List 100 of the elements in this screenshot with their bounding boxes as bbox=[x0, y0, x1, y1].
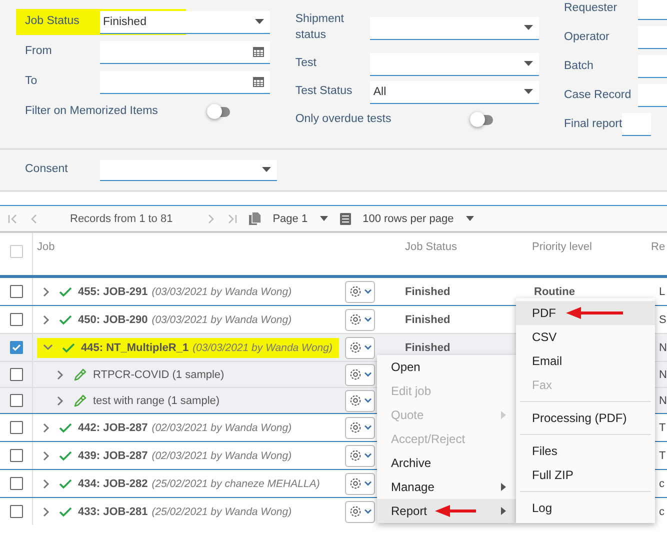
checkmark-icon bbox=[59, 286, 72, 296]
calendar-icon bbox=[253, 46, 264, 57]
date-field[interactable] bbox=[100, 70, 270, 94]
job-meta: (03/03/2021 by Wanda Wong) bbox=[152, 314, 292, 326]
table-cell: S bbox=[659, 314, 666, 326]
job-meta: (03/03/2021 by Wanda Wong) bbox=[152, 286, 292, 298]
job-title[interactable]: 455: JOB-291 bbox=[78, 286, 148, 298]
field-label: Batch bbox=[564, 58, 594, 74]
caret-icon bbox=[524, 61, 533, 66]
caret-icon bbox=[320, 216, 328, 221]
actions-button[interactable] bbox=[345, 364, 375, 386]
field-label: Test Status bbox=[295, 84, 354, 100]
caret-icon bbox=[466, 216, 474, 221]
calendar-icon bbox=[253, 76, 264, 87]
text-field[interactable] bbox=[622, 113, 652, 136]
row-checkbox[interactable] bbox=[10, 368, 22, 381]
gear-icon bbox=[348, 477, 362, 490]
field-label: Case Record bbox=[564, 88, 632, 103]
job-title[interactable]: 450: JOB-290 bbox=[78, 314, 148, 326]
test-title[interactable]: test with range (1 sample) bbox=[93, 394, 220, 406]
gear-icon bbox=[348, 505, 362, 518]
table-cell: N bbox=[659, 394, 667, 406]
job-meta: (02/03/2021 by Wanda Wong) bbox=[152, 450, 292, 462]
actions-button[interactable] bbox=[345, 500, 375, 522]
actions-button[interactable] bbox=[345, 416, 375, 438]
menu-item[interactable]: Manage bbox=[377, 475, 516, 499]
select-field[interactable] bbox=[370, 52, 539, 76]
select-all-checkbox[interactable] bbox=[10, 245, 22, 258]
menu-item[interactable]: Files bbox=[516, 439, 655, 463]
job-meta: (25/02/2021 by chaneze MEHALLA) bbox=[152, 478, 320, 490]
row-checkbox[interactable] bbox=[10, 285, 22, 298]
chevron-right-icon[interactable] bbox=[43, 506, 50, 516]
gear-icon bbox=[348, 285, 362, 298]
row-checkbox[interactable] bbox=[10, 449, 22, 462]
select-field[interactable]: All bbox=[370, 80, 539, 104]
job-title[interactable]: 433: JOB-281 bbox=[78, 506, 148, 518]
rows-per-page-select[interactable]: 100 rows per page bbox=[362, 212, 454, 224]
field-label: Final report bbox=[564, 116, 622, 132]
chevron-right-icon[interactable] bbox=[43, 286, 50, 296]
table-cell: c bbox=[659, 478, 664, 490]
gear-icon bbox=[348, 341, 362, 354]
chevron-down-icon bbox=[364, 425, 372, 430]
row-checkbox[interactable] bbox=[10, 421, 22, 434]
actions-button[interactable] bbox=[345, 472, 375, 494]
text-field[interactable] bbox=[638, 84, 667, 107]
page-select[interactable]: Page 1 bbox=[272, 212, 308, 224]
column-header: Job bbox=[37, 241, 55, 253]
row-checkbox[interactable] bbox=[10, 477, 22, 490]
job-title[interactable]: 445: NT_MultipleR_1 bbox=[81, 342, 189, 354]
chevron-right-icon[interactable] bbox=[43, 422, 50, 432]
actions-button[interactable] bbox=[345, 444, 375, 466]
row-checkbox[interactable] bbox=[10, 505, 22, 518]
table-cell: T bbox=[659, 450, 666, 462]
row-checkbox[interactable] bbox=[10, 313, 22, 326]
job-title[interactable]: 442: JOB-287 bbox=[78, 422, 148, 434]
job-title[interactable]: 439: JOB-287 bbox=[78, 450, 148, 462]
chevron-right-icon[interactable] bbox=[43, 314, 50, 324]
list-icon bbox=[340, 212, 351, 224]
toggle-switch[interactable] bbox=[210, 107, 230, 117]
column-header: Re bbox=[651, 241, 666, 253]
menu-item[interactable]: PDF bbox=[516, 301, 655, 325]
checkmark-icon bbox=[59, 450, 72, 460]
select-field[interactable] bbox=[100, 160, 277, 180]
table-cell: N bbox=[659, 342, 667, 354]
gear-icon bbox=[348, 394, 362, 407]
text-field[interactable] bbox=[638, 26, 667, 49]
menu-item[interactable]: Report bbox=[377, 499, 516, 523]
job-meta: (02/03/2021 by Wanda Wong) bbox=[152, 422, 292, 434]
chevron-down-icon bbox=[364, 398, 372, 403]
field-label: From bbox=[25, 44, 53, 60]
chevron-right-icon[interactable] bbox=[57, 370, 64, 380]
row-checkbox[interactable] bbox=[10, 341, 22, 354]
select-field[interactable]: Finished bbox=[100, 10, 270, 34]
gear-icon bbox=[348, 368, 362, 381]
row-checkbox[interactable] bbox=[10, 394, 22, 407]
gear-icon bbox=[348, 421, 362, 434]
field-label: Job Status bbox=[25, 14, 80, 30]
select-field[interactable] bbox=[370, 16, 539, 40]
actions-button[interactable] bbox=[345, 280, 375, 302]
date-field[interactable] bbox=[100, 40, 270, 64]
field-label: Filter on Memorized Items bbox=[25, 104, 158, 120]
menu-item[interactable]: Log bbox=[516, 496, 655, 520]
text-field[interactable] bbox=[638, 0, 667, 20]
chevron-right-icon[interactable] bbox=[43, 450, 50, 460]
field-label: Operator bbox=[564, 30, 610, 45]
text-field[interactable] bbox=[638, 55, 667, 78]
actions-button[interactable] bbox=[345, 390, 375, 412]
toggle-switch[interactable] bbox=[473, 115, 493, 125]
actions-button[interactable] bbox=[345, 308, 375, 330]
test-title[interactable]: RTPCR-COVID (1 sample) bbox=[93, 368, 224, 380]
chevron-right-icon[interactable] bbox=[43, 478, 50, 488]
checkmark-icon bbox=[59, 314, 72, 324]
actions-button[interactable] bbox=[345, 336, 375, 358]
column-header: Job Status bbox=[405, 241, 457, 253]
gear-icon bbox=[348, 449, 362, 462]
chevron-right-icon[interactable] bbox=[57, 396, 64, 406]
chevron-down-icon bbox=[364, 509, 372, 514]
chevron-down-icon[interactable] bbox=[43, 344, 53, 351]
job-title[interactable]: 434: JOB-282 bbox=[78, 478, 148, 490]
chevron-down-icon bbox=[364, 317, 372, 322]
